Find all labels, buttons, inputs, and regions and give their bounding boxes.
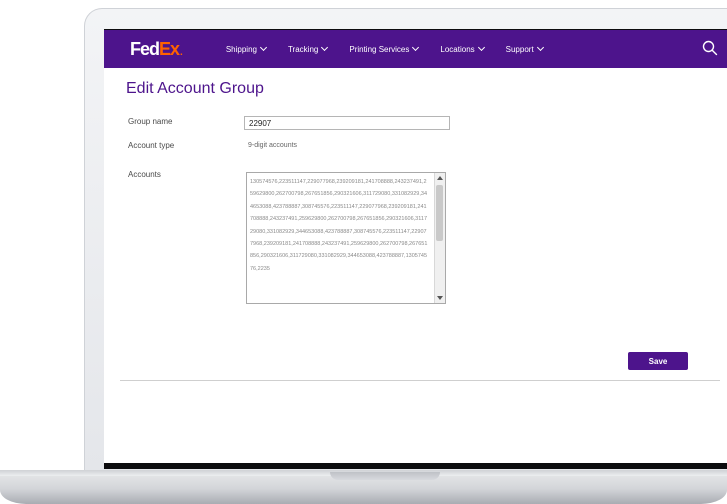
page-title: Edit Account Group xyxy=(126,80,264,97)
search-icon[interactable] xyxy=(702,40,718,56)
scroll-thumb[interactable] xyxy=(436,185,443,241)
accounts-list-text[interactable]: 130574576,223511147,229077968,239209181,… xyxy=(247,173,431,303)
scroll-down-arrow-icon[interactable] xyxy=(437,296,443,300)
nav-menu: Shipping Tracking Printing Services Loca… xyxy=(225,43,565,54)
scroll-up-arrow-icon[interactable] xyxy=(437,176,443,180)
laptop-notch xyxy=(330,472,440,480)
logo-ex: Ex xyxy=(159,38,180,59)
chevron-down-icon xyxy=(477,43,485,52)
accounts-textarea[interactable]: 130574576,223511147,229077968,239209181,… xyxy=(246,172,446,304)
nav-item-label: Shipping xyxy=(225,44,257,54)
chevron-down-icon xyxy=(412,43,420,52)
save-button[interactable]: Save xyxy=(628,352,688,370)
account-type-label: Account type xyxy=(128,141,175,150)
nav-item-label: Tracking xyxy=(287,44,319,54)
accounts-label: Accounts xyxy=(128,170,161,179)
group-name-input[interactable] xyxy=(244,116,450,130)
fedex-logo[interactable]: Fed Ex. xyxy=(130,38,183,60)
account-type-value: 9-digit accounts xyxy=(248,142,298,149)
logo-fed: Fed xyxy=(130,38,160,59)
accounts-scrollbar[interactable] xyxy=(434,173,445,303)
logo-dot: . xyxy=(180,46,183,58)
nav-item-support[interactable]: Support xyxy=(505,43,544,54)
nav-item-label: Printing Services xyxy=(349,44,410,54)
top-nav: Fed Ex. Shipping Tracking Printing Servic… xyxy=(104,30,727,68)
footer-divider xyxy=(120,380,720,381)
nav-item-locations[interactable]: Locations xyxy=(440,43,485,54)
nav-item-shipping[interactable]: Shipping xyxy=(225,43,268,54)
laptop-screen: Fed Ex. Shipping Tracking Printing Servic… xyxy=(104,29,727,469)
chevron-down-icon xyxy=(536,43,544,52)
laptop-frame: Fed Ex. Shipping Tracking Printing Servic… xyxy=(0,0,727,504)
nav-item-tracking[interactable]: Tracking xyxy=(287,43,329,54)
nav-item-printing-services[interactable]: Printing Services xyxy=(349,43,420,54)
group-name-label: Group name xyxy=(128,117,173,126)
browser-viewport: Fed Ex. Shipping Tracking Printing Servic… xyxy=(104,30,727,463)
chevron-down-icon xyxy=(259,43,268,52)
nav-item-label: Support xyxy=(505,44,534,54)
nav-item-label: Locations xyxy=(440,44,475,54)
chevron-down-icon xyxy=(321,43,329,52)
